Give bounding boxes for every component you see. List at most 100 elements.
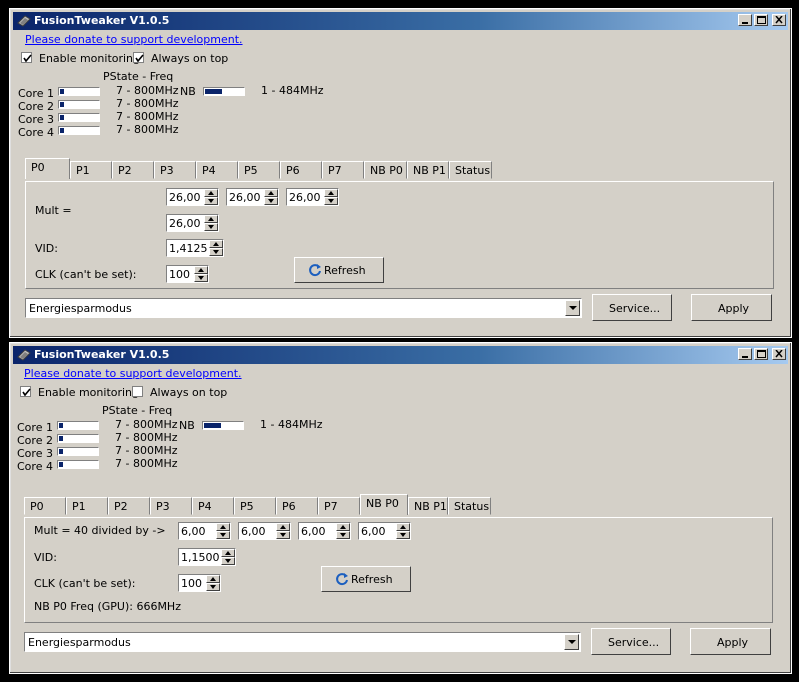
spin-up-button[interactable] bbox=[216, 523, 230, 531]
arrow-down-icon bbox=[268, 199, 274, 203]
tab-nb-p1[interactable]: NB P1 bbox=[407, 161, 449, 179]
spin-up-button[interactable] bbox=[336, 523, 350, 531]
service-label: Service... bbox=[608, 636, 660, 649]
tab-status[interactable]: Status bbox=[449, 161, 492, 179]
clk-spinner[interactable]: 100 bbox=[178, 574, 221, 592]
minimize-button[interactable] bbox=[738, 348, 752, 360]
spin-up-button[interactable] bbox=[204, 189, 218, 197]
donate-link[interactable]: Please donate to support development. bbox=[24, 367, 242, 380]
mult-value-4: 6,00 bbox=[361, 525, 386, 538]
spin-up-button[interactable] bbox=[396, 523, 410, 531]
tab-p5[interactable]: P5 bbox=[234, 497, 276, 515]
tab-p7[interactable]: P7 bbox=[322, 161, 364, 179]
arrow-down-icon bbox=[328, 199, 334, 203]
tab-status[interactable]: Status bbox=[448, 497, 491, 515]
spin-up-button[interactable] bbox=[194, 266, 208, 274]
maximize-button[interactable] bbox=[754, 14, 768, 26]
tab-nb-p0[interactable]: NB P0 bbox=[360, 494, 408, 515]
refresh-button[interactable]: Refresh bbox=[321, 566, 411, 592]
always-on-top-label: Always on top bbox=[151, 52, 229, 65]
mult-spinner-3[interactable]: 26,00 bbox=[286, 188, 339, 206]
refresh-button[interactable]: Refresh bbox=[294, 257, 384, 283]
service-button[interactable]: Service... bbox=[592, 294, 672, 321]
tab-p2[interactable]: P2 bbox=[112, 161, 154, 179]
enable-monitoring-checkbox[interactable] bbox=[21, 52, 32, 63]
tab-p4[interactable]: P4 bbox=[192, 497, 234, 515]
spin-up-button[interactable] bbox=[221, 549, 235, 557]
nb-load-bar bbox=[203, 87, 245, 96]
spin-down-button[interactable] bbox=[264, 197, 278, 205]
core-1-load-bar bbox=[57, 421, 99, 430]
mult-spinner-1[interactable]: 6,00 bbox=[178, 522, 231, 540]
mult-spinner-1[interactable]: 26,00 bbox=[166, 188, 219, 206]
dropdown-button[interactable] bbox=[565, 300, 580, 316]
tab-p1[interactable]: P1 bbox=[66, 497, 108, 515]
spin-down-button[interactable] bbox=[324, 197, 338, 205]
tab-p0[interactable]: P0 bbox=[25, 158, 70, 179]
mult-spinner-4[interactable]: 26,00 bbox=[166, 214, 219, 232]
tab-p2[interactable]: P2 bbox=[108, 497, 150, 515]
dropdown-button[interactable] bbox=[564, 634, 579, 650]
spin-down-button[interactable] bbox=[209, 248, 223, 256]
spin-up-button[interactable] bbox=[264, 189, 278, 197]
vid-spinner[interactable]: 1,4125 bbox=[166, 239, 224, 257]
spin-down-button[interactable] bbox=[276, 531, 290, 539]
close-button[interactable] bbox=[772, 348, 786, 360]
tab-p1[interactable]: P1 bbox=[70, 161, 112, 179]
minimize-button[interactable] bbox=[738, 14, 752, 26]
spin-down-button[interactable] bbox=[204, 197, 218, 205]
apply-button[interactable]: Apply bbox=[691, 294, 772, 321]
tab-p0[interactable]: P0 bbox=[24, 497, 66, 515]
always-on-top-checkbox[interactable] bbox=[132, 386, 143, 397]
checkmark-icon bbox=[23, 54, 32, 63]
spin-down-button[interactable] bbox=[396, 531, 410, 539]
mult-spinner-4[interactable]: 6,00 bbox=[358, 522, 411, 540]
spin-down-button[interactable] bbox=[194, 274, 208, 282]
tab-nb-p0[interactable]: NB P0 bbox=[364, 161, 407, 179]
tab-p5[interactable]: P5 bbox=[238, 161, 280, 179]
enable-monitoring-checkbox[interactable] bbox=[20, 386, 31, 397]
spin-up-button[interactable] bbox=[276, 523, 290, 531]
tab-nb-p1[interactable]: NB P1 bbox=[408, 497, 448, 515]
nb-load-bar bbox=[202, 421, 244, 430]
spin-up-button[interactable] bbox=[209, 240, 223, 248]
arrow-down-icon bbox=[280, 533, 286, 537]
tab-p3[interactable]: P3 bbox=[154, 161, 196, 179]
maximize-button[interactable] bbox=[754, 348, 768, 360]
core-4-load-fill bbox=[60, 128, 64, 133]
close-button[interactable] bbox=[772, 14, 786, 26]
tab-p6[interactable]: P6 bbox=[276, 497, 318, 515]
mult-spinner-2[interactable]: 6,00 bbox=[238, 522, 291, 540]
service-button[interactable]: Service... bbox=[591, 628, 671, 655]
tab-p6[interactable]: P6 bbox=[280, 161, 322, 179]
clk-spinner[interactable]: 100 bbox=[166, 265, 209, 283]
spin-down-button[interactable] bbox=[221, 557, 235, 565]
spin-up-button[interactable] bbox=[324, 189, 338, 197]
vid-value: 1,1500 bbox=[181, 551, 220, 564]
spin-up-button[interactable] bbox=[204, 215, 218, 223]
donate-link[interactable]: Please donate to support development. bbox=[25, 33, 243, 46]
vid-spinner[interactable]: 1,1500 bbox=[178, 548, 236, 566]
title-bar[interactable]: FusionTweaker V1.0.5 bbox=[13, 346, 788, 364]
spin-down-button[interactable] bbox=[206, 583, 220, 591]
tab-p4[interactable]: P4 bbox=[196, 161, 238, 179]
arrow-down-icon bbox=[220, 533, 226, 537]
chevron-down-icon bbox=[569, 306, 577, 310]
apply-label: Apply bbox=[718, 302, 750, 315]
mult-spinner-2[interactable]: 26,00 bbox=[226, 188, 279, 206]
tab-p3[interactable]: P3 bbox=[150, 497, 192, 515]
mult-spinner-3[interactable]: 6,00 bbox=[298, 522, 351, 540]
apply-button[interactable]: Apply bbox=[690, 628, 771, 655]
power-scheme-select[interactable]: Energiesparmodus bbox=[25, 298, 582, 318]
tab-p7[interactable]: P7 bbox=[318, 497, 360, 515]
spin-down-button[interactable] bbox=[336, 531, 350, 539]
title-bar[interactable]: FusionTweaker V1.0.5 bbox=[13, 12, 788, 30]
always-on-top-checkbox[interactable] bbox=[133, 52, 144, 63]
spin-down-button[interactable] bbox=[204, 223, 218, 231]
spin-up-button[interactable] bbox=[206, 575, 220, 583]
power-scheme-select[interactable]: Energiesparmodus bbox=[24, 632, 581, 652]
spin-down-button[interactable] bbox=[216, 531, 230, 539]
window-title: FusionTweaker V1.0.5 bbox=[34, 348, 170, 361]
fusiontweaker-window-2: FusionTweaker V1.0.5 Please donate to su… bbox=[9, 342, 792, 674]
apply-label: Apply bbox=[717, 636, 749, 649]
